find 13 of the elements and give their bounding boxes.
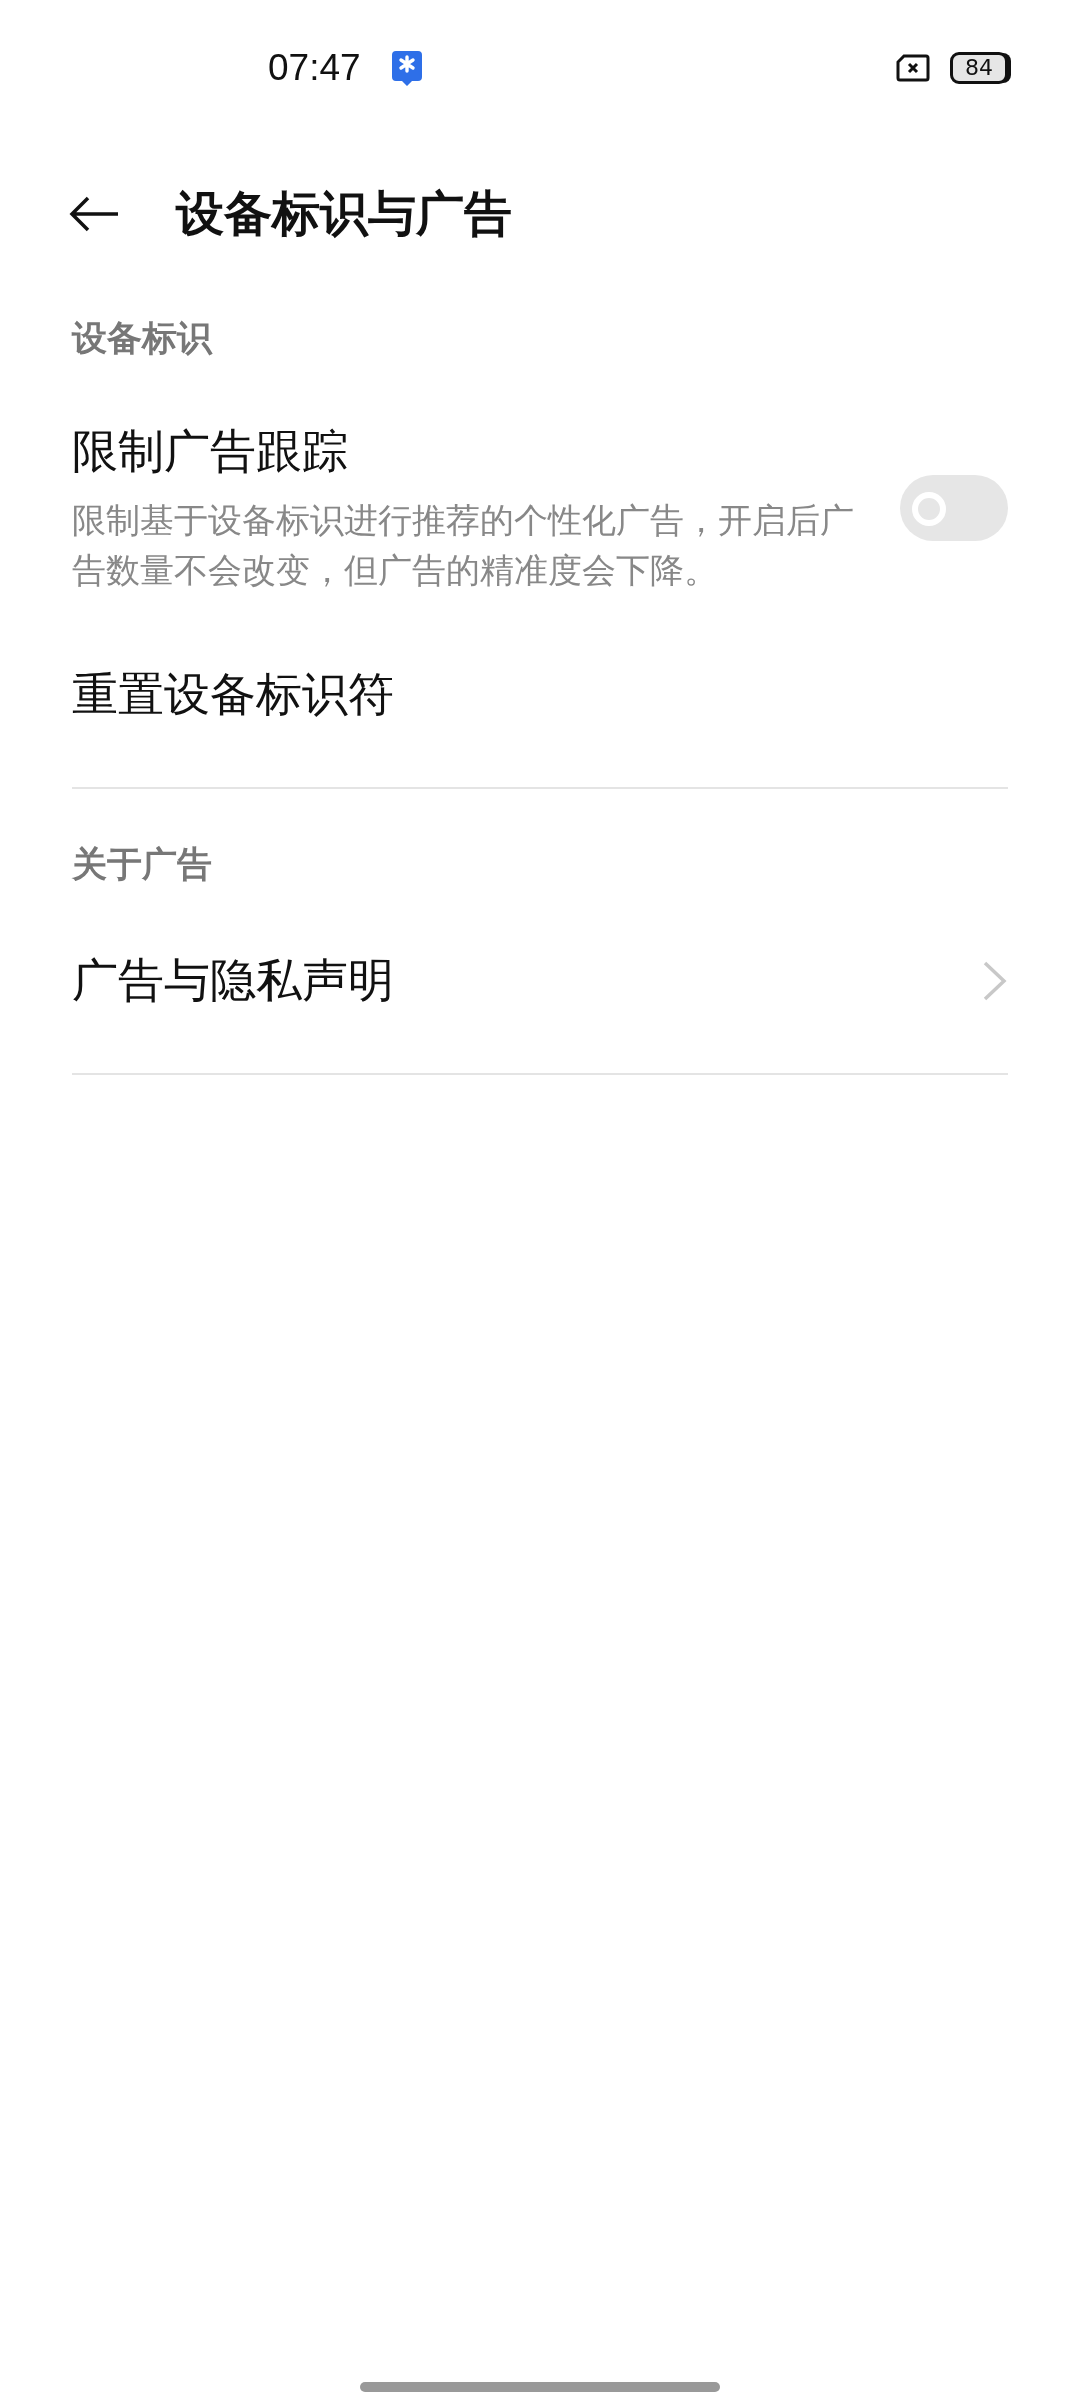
- setting-title: 限制广告跟踪: [72, 423, 349, 480]
- battery-indicator: 84: [950, 52, 1008, 84]
- status-time: 07:47: [268, 47, 361, 89]
- no-sim-icon: [896, 54, 930, 82]
- section-header: 设备标识: [72, 317, 214, 360]
- chat-bubble-icon: [390, 49, 423, 87]
- setting-title[interactable]: 重置设备标识符: [72, 664, 862, 726]
- section-header: 关于广告: [72, 843, 213, 886]
- chevron-right-icon: [982, 960, 1008, 1002]
- setting-description: 限制基于设备标识进行推荐的个性化广告，开启后广告数量不会改变，但广告的精准度会下降。: [72, 499, 855, 592]
- page-title: 设备标识与广告: [176, 183, 512, 243]
- setting-title[interactable]: 广告与隐私声明: [72, 950, 862, 1012]
- home-indicator[interactable]: [360, 2382, 720, 2392]
